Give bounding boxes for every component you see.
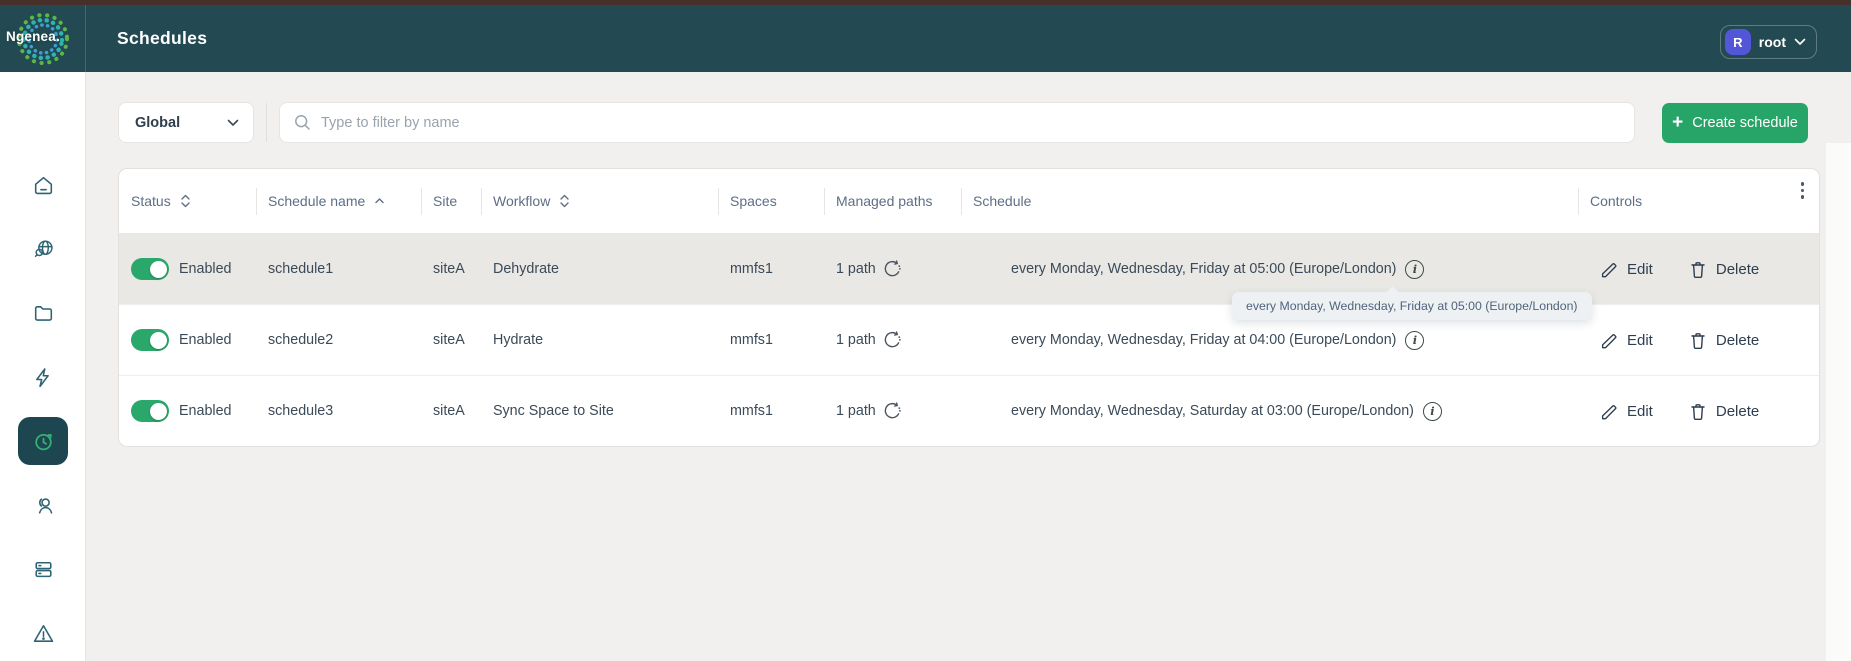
pending-clock-icon[interactable] [881, 329, 903, 351]
sidebar-item-users[interactable] [18, 481, 68, 529]
pencil-icon [1599, 260, 1618, 279]
column-header-managed-paths: Managed paths [824, 169, 961, 233]
create-schedule-label: Create schedule [1692, 115, 1798, 131]
info-icon[interactable]: i [1405, 260, 1424, 279]
app-header: Ngenea. Schedules R root [0, 5, 1851, 72]
status-label: Enabled [179, 403, 231, 419]
table-header-row: Status Schedule name Site Workflow Space… [119, 169, 1819, 233]
schedule-name-cell: schedule2 [256, 305, 421, 375]
managed-paths-cell: 1 path [824, 305, 961, 375]
status-label: Enabled [179, 332, 231, 348]
schedule-name-cell: schedule1 [256, 234, 421, 304]
sidebar-nav [0, 72, 86, 661]
info-icon[interactable]: i [1405, 331, 1424, 350]
delete-button[interactable]: Delete [1689, 402, 1759, 421]
user-menu[interactable]: R root [1720, 25, 1817, 59]
sidebar-item-schedules[interactable] [18, 417, 68, 465]
pending-clock-icon[interactable] [881, 400, 903, 422]
controls-cell: Edit Delete [1578, 234, 1820, 304]
delete-button[interactable]: Delete [1689, 331, 1759, 350]
home-icon [31, 173, 56, 198]
column-header-workflow[interactable]: Workflow [481, 169, 718, 233]
search-input[interactable] [321, 115, 1620, 131]
schedule-name-cell: schedule3 [256, 376, 421, 446]
controls-cell: Edit Delete [1578, 376, 1820, 446]
chevron-down-icon [1794, 38, 1806, 46]
toggle-knob [150, 332, 167, 349]
column-header-controls: Controls [1578, 169, 1820, 233]
managed-paths-cell: 1 path [824, 234, 961, 304]
globe-search-icon [31, 237, 56, 262]
status-cell: Enabled [119, 305, 256, 375]
spaces-cell: mmfs1 [718, 376, 824, 446]
create-schedule-button[interactable]: + Create schedule [1662, 103, 1808, 143]
sidebar-item-home[interactable] [18, 161, 68, 209]
lightning-icon [31, 365, 56, 390]
warning-icon [31, 621, 56, 646]
enabled-toggle[interactable] [131, 329, 169, 351]
sidebar-item-alerts[interactable] [18, 609, 68, 657]
site-cell: siteA [421, 305, 481, 375]
sort-both-icon [559, 193, 570, 209]
sidebar-item-activity[interactable] [18, 353, 68, 401]
chevron-down-icon [227, 119, 239, 127]
search-icon [294, 114, 311, 131]
logo-text: Ngenea. [6, 29, 60, 44]
users-icon [31, 493, 56, 518]
filter-divider [266, 103, 267, 142]
column-header-site: Site [421, 169, 481, 233]
column-header-status[interactable]: Status [119, 169, 256, 233]
trash-icon [1689, 331, 1707, 350]
status-label: Enabled [179, 261, 231, 277]
controls-cell: Edit Delete [1578, 305, 1820, 375]
workflow-cell: Hydrate [481, 305, 718, 375]
enabled-toggle[interactable] [131, 258, 169, 280]
servers-icon [31, 557, 56, 582]
sidebar-item-servers[interactable] [18, 545, 68, 593]
schedule-clock-icon [31, 429, 56, 454]
app-logo[interactable]: Ngenea. [0, 5, 86, 72]
page-title: Schedules [117, 28, 207, 49]
toggle-knob [150, 261, 167, 278]
edit-button[interactable]: Edit [1599, 260, 1653, 279]
pending-clock-icon[interactable] [881, 258, 903, 280]
sort-asc-icon [374, 197, 385, 205]
toggle-knob [150, 403, 167, 420]
schedule-tooltip: every Monday, Wednesday, Friday at 05:00… [1232, 292, 1592, 320]
column-header-schedule-name[interactable]: Schedule name [256, 169, 421, 233]
column-header-schedule: Schedule [961, 169, 1578, 233]
table-row: Enabled schedule3 siteA Sync Space to Si… [119, 375, 1819, 446]
enabled-toggle[interactable] [131, 400, 169, 422]
edit-button[interactable]: Edit [1599, 331, 1653, 350]
search-box [279, 102, 1635, 143]
trash-icon [1689, 260, 1707, 279]
scope-select-value: Global [135, 115, 180, 131]
managed-paths-cell: 1 path [824, 376, 961, 446]
sidebar-item-files[interactable] [18, 289, 68, 337]
column-header-spaces: Spaces [718, 169, 824, 233]
scrollbar-gutter[interactable] [1826, 143, 1851, 661]
delete-button[interactable]: Delete [1689, 260, 1759, 279]
workflow-cell: Dehydrate [481, 234, 718, 304]
sidebar-item-discover[interactable] [18, 225, 68, 273]
trash-icon [1689, 402, 1707, 421]
info-icon[interactable]: i [1423, 402, 1442, 421]
plus-icon: + [1672, 113, 1683, 132]
pencil-icon [1599, 331, 1618, 350]
status-cell: Enabled [119, 376, 256, 446]
pencil-icon [1599, 402, 1618, 421]
folder-icon [31, 301, 56, 326]
scope-select[interactable]: Global [118, 102, 254, 143]
site-cell: siteA [421, 376, 481, 446]
spaces-cell: mmfs1 [718, 305, 824, 375]
spaces-cell: mmfs1 [718, 234, 824, 304]
sort-both-icon [180, 193, 191, 209]
user-name: root [1759, 34, 1786, 50]
edit-button[interactable]: Edit [1599, 402, 1653, 421]
schedule-cell: every Monday, Wednesday, Saturday at 03:… [961, 376, 1578, 446]
status-cell: Enabled [119, 234, 256, 304]
workflow-cell: Sync Space to Site [481, 376, 718, 446]
avatar: R [1725, 29, 1751, 55]
site-cell: siteA [421, 234, 481, 304]
